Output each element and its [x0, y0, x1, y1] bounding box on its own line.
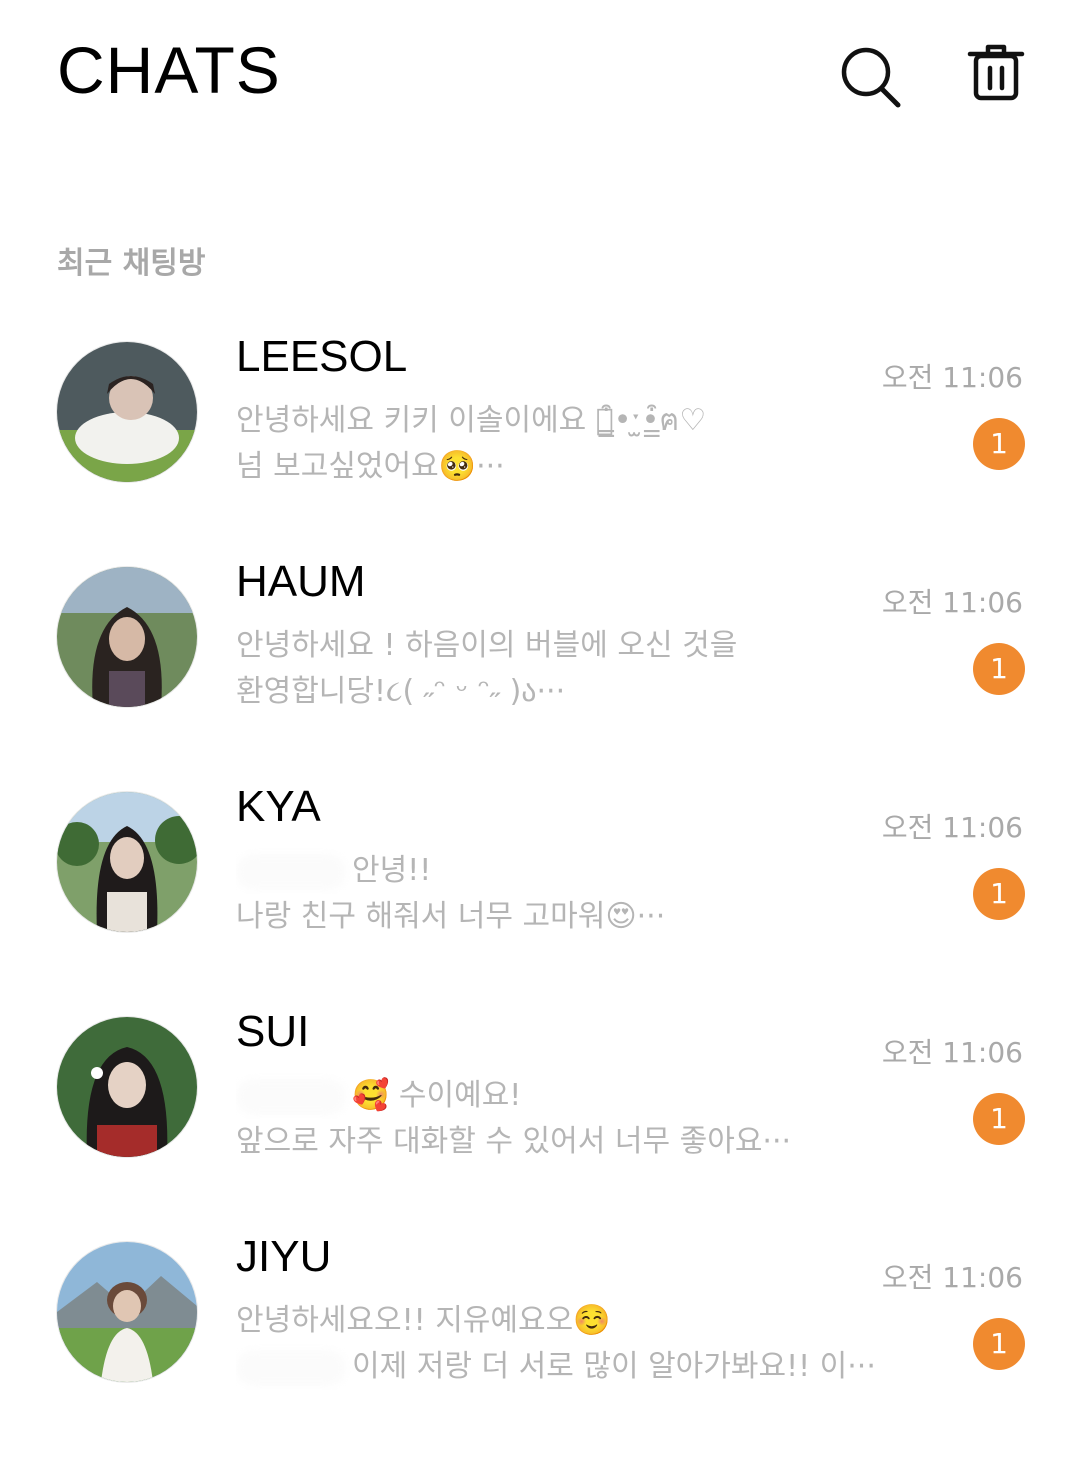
page-title: CHATS: [57, 33, 281, 107]
chat-preview: 안녕하세요 키키 이솔이에요 ฅ̳͒•ˑ̫•̳͒ฅ♡ 넘 보고싶었어요🥺···: [236, 398, 876, 490]
chat-preview-line: 앞으로 자주 대화할 수 있어서 너무 좋아요···: [236, 1124, 792, 1159]
unread-badge: 1: [973, 643, 1025, 695]
chat-row-kya[interactable]: KYA 안녕!! 나랑 친구 해줘서 너무 고마워😍··· 오전 11:06 1: [0, 770, 1080, 995]
chat-preview-text: 이제 저랑 더 서로 많이 알아가봐요!! 이···: [352, 1349, 876, 1384]
trash-icon: [967, 44, 1025, 101]
chat-time: 오전 11:06: [881, 586, 1023, 619]
search-icon: [841, 47, 901, 108]
avatar: [57, 1017, 197, 1157]
chat-row-leesol[interactable]: LEESOL 안녕하세요 키키 이솔이에요 ฅ̳͒•ˑ̫•̳͒ฅ♡ 넘 보고싶었…: [0, 320, 1080, 545]
chat-preview: 안녕하세요 ! 하음이의 버블에 오신 것을 환영합니당!૮( ˶ᵔ ᵕ ᵔ˶ …: [236, 623, 876, 715]
chat-time: 오전 11:06: [881, 361, 1023, 394]
chat-name: HAUM: [236, 557, 366, 606]
chat-preview-line: 안녕하세요 키키 이솔이에요 ฅ̳͒•ˑ̫•̳͒ฅ♡: [236, 403, 707, 438]
chat-time: 오전 11:06: [881, 811, 1023, 844]
unread-badge: 1: [973, 1093, 1025, 1145]
redacted-area: [236, 1349, 346, 1386]
chat-preview: 안녕!! 나랑 친구 해줘서 너무 고마워😍···: [236, 848, 876, 940]
avatar: [57, 792, 197, 932]
chat-preview: 안녕하세요오!! 지유예요오☺️ 이제 저랑 더 서로 많이 알아가봐요!! 이…: [236, 1298, 876, 1390]
unread-badge: 1: [973, 1318, 1025, 1370]
chat-name: LEESOL: [236, 332, 408, 381]
chat-preview-line: 이제 저랑 더 서로 많이 알아가봐요!! 이···: [236, 1344, 876, 1390]
chat-preview-line: 🥰 수이예요!: [236, 1073, 876, 1119]
unread-badge: 1: [973, 868, 1025, 920]
search-button[interactable]: [838, 42, 902, 110]
chat-preview-line: 안녕하세요 ! 하음이의 버블에 오신 것을: [236, 628, 738, 663]
chat-preview-line: 넘 보고싶었어요🥺···: [236, 449, 505, 484]
chat-name: JIYU: [236, 1232, 332, 1281]
app-header: CHATS: [0, 0, 1080, 150]
chat-row-haum[interactable]: HAUM 안녕하세요 ! 하음이의 버블에 오신 것을 환영합니당!૮( ˶ᵔ …: [0, 545, 1080, 770]
chat-row-sui[interactable]: SUI 🥰 수이예요! 앞으로 자주 대화할 수 있어서 너무 좋아요··· 오…: [0, 995, 1080, 1220]
chat-preview-line: 나랑 친구 해줘서 너무 고마워😍···: [236, 899, 666, 934]
chat-row-jiyu[interactable]: JIYU 안녕하세요오!! 지유예요오☺️ 이제 저랑 더 서로 많이 알아가봐…: [0, 1220, 1080, 1445]
chat-preview: 🥰 수이예요! 앞으로 자주 대화할 수 있어서 너무 좋아요···: [236, 1073, 876, 1165]
chat-preview-text: 🥰 수이예요!: [352, 1078, 522, 1113]
chat-preview-text: 안녕!!: [352, 853, 432, 888]
avatar: [57, 1242, 197, 1382]
chat-time: 오전 11:06: [881, 1036, 1023, 1069]
redacted-area: [236, 1078, 346, 1115]
section-label-recent: 최근 채팅방: [57, 246, 206, 281]
chat-preview-line: 안녕!!: [236, 848, 876, 894]
chat-list: LEESOL 안녕하세요 키키 이솔이에요 ฅ̳͒•ˑ̫•̳͒ฅ♡ 넘 보고싶었…: [0, 320, 1080, 1445]
avatar: [57, 567, 197, 707]
delete-button[interactable]: [966, 42, 1030, 110]
chat-name: KYA: [236, 782, 321, 831]
redacted-area: [236, 853, 346, 890]
avatar: [57, 342, 197, 482]
chat-time: 오전 11:06: [881, 1261, 1023, 1294]
chat-preview-line: 환영합니당!૮( ˶ᵔ ᵕ ᵔ˶ )ა···: [236, 674, 566, 709]
unread-badge: 1: [973, 418, 1025, 470]
chat-preview-line: 안녕하세요오!! 지유예요오☺️: [236, 1303, 611, 1338]
chat-name: SUI: [236, 1007, 310, 1056]
